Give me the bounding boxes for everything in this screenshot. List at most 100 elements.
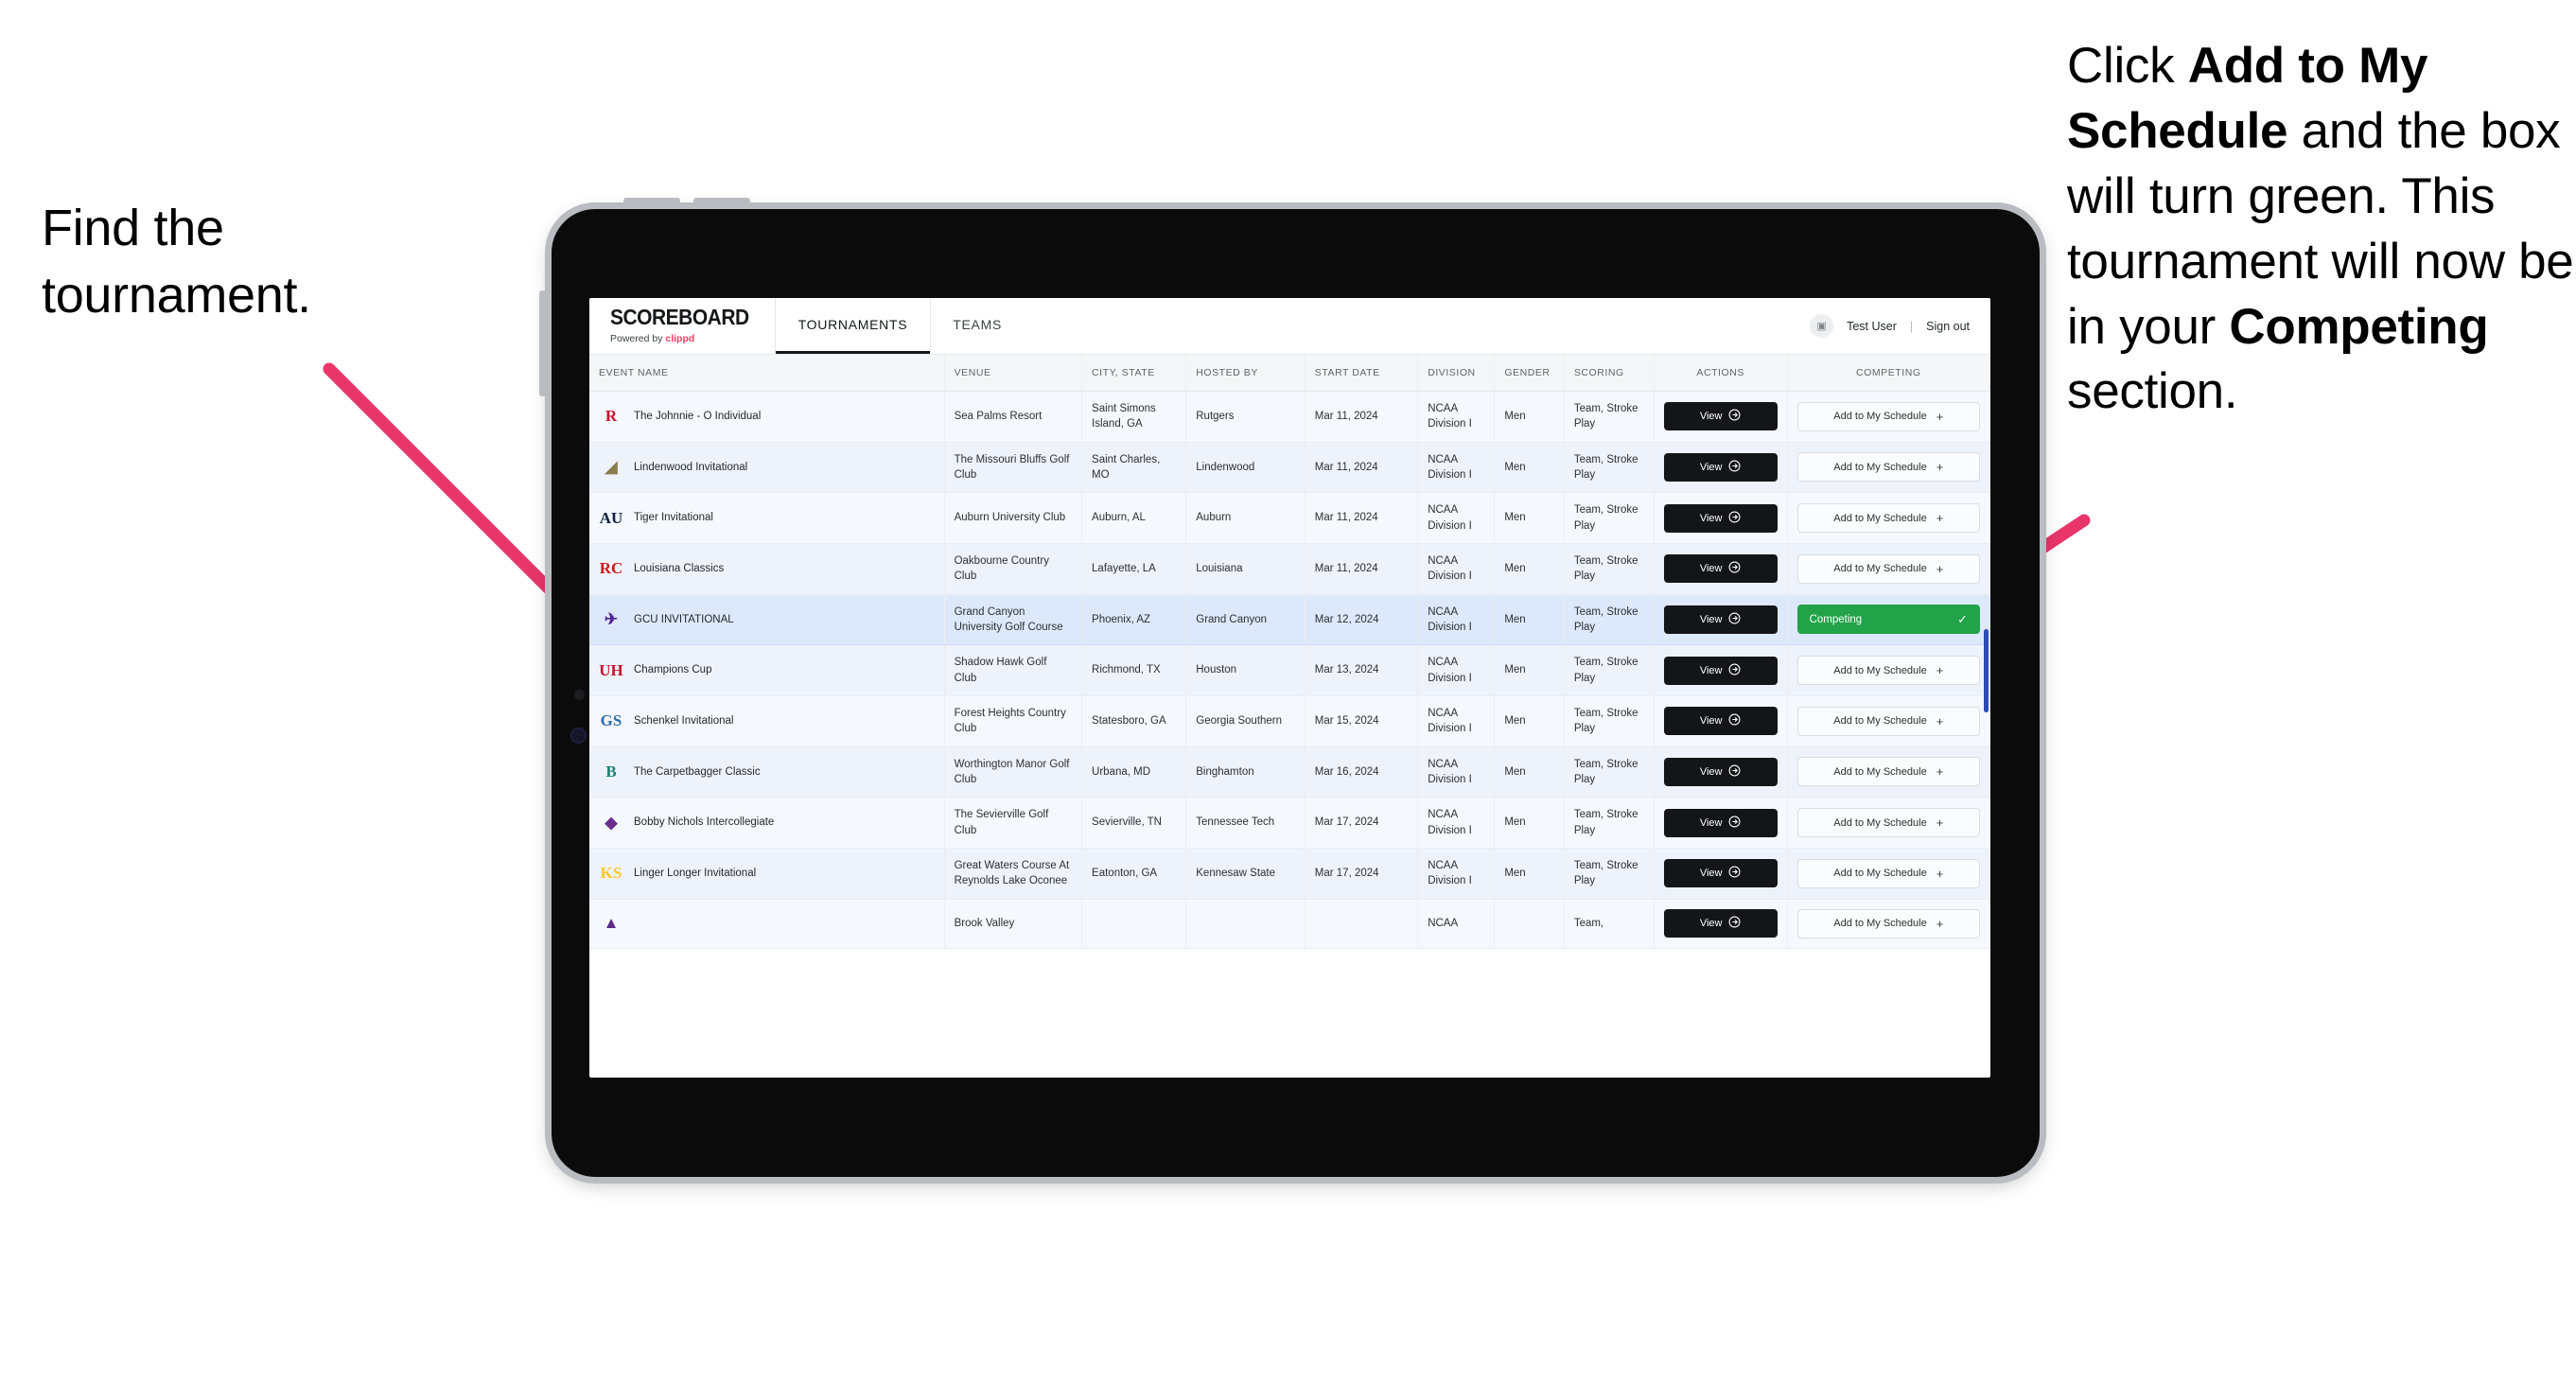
volume-down-button[interactable] bbox=[693, 198, 750, 209]
cell-start-date: Mar 13, 2024 bbox=[1305, 644, 1419, 696]
add-to-my-schedule-button[interactable]: Add to My Schedule + bbox=[1796, 553, 1980, 584]
cell-actions: View bbox=[1654, 492, 1788, 544]
cell-venue: Auburn University Club bbox=[944, 492, 1083, 544]
table-row[interactable]: B The Carpetbagger Classic Worthington Man… bbox=[589, 746, 1990, 798]
cell-actions: View bbox=[1654, 543, 1788, 595]
annotation-right: Click Add to My Schedule and the box wil… bbox=[2067, 34, 2576, 425]
table-row[interactable]: AU Tiger Invitational Auburn University Cl… bbox=[589, 492, 1990, 544]
cell-start-date: Mar 17, 2024 bbox=[1305, 848, 1419, 900]
col-division[interactable]: DIVISION bbox=[1417, 355, 1496, 392]
view-button-label: View bbox=[1699, 613, 1723, 625]
cell-gender: Men bbox=[1494, 644, 1565, 696]
cell-competing: Add to My Schedule + bbox=[1787, 746, 1990, 798]
table-row[interactable]: ◆ Bobby Nichols Intercollegiate The Sevier… bbox=[589, 797, 1990, 849]
cell-actions: View bbox=[1654, 695, 1788, 747]
team-logo-icon: ✈ bbox=[604, 609, 619, 628]
cell-division: NCAA Division I bbox=[1417, 442, 1496, 494]
table-row[interactable]: ▲ Brook Valley NCAA Team, View Add to My Sche… bbox=[589, 899, 1990, 949]
tab-teams[interactable]: TEAMS bbox=[930, 298, 1025, 354]
competing-button[interactable]: Competing ✓ bbox=[1796, 605, 1980, 635]
cell-competing: Add to My Schedule + bbox=[1787, 848, 1990, 900]
view-button[interactable]: View bbox=[1663, 757, 1778, 786]
cell-division: NCAA Division I bbox=[1417, 848, 1496, 900]
table-row[interactable]: KS Linger Longer Invitational Great Waters… bbox=[589, 848, 1990, 900]
cell-actions: View bbox=[1654, 594, 1788, 646]
view-button[interactable]: View bbox=[1663, 605, 1778, 634]
table-body: R The Johnnie - O Individual Sea Palms Res… bbox=[589, 391, 1990, 949]
vertical-scrollbar[interactable] bbox=[1984, 355, 1989, 1078]
col-gender[interactable]: GENDER bbox=[1494, 355, 1565, 392]
table-row[interactable]: R The Johnnie - O Individual Sea Palms Res… bbox=[589, 391, 1990, 443]
table-row[interactable]: ✈ GCU INVITATIONAL Grand Canyon University… bbox=[589, 594, 1990, 646]
view-button[interactable]: View bbox=[1663, 808, 1778, 837]
add-to-my-schedule-button[interactable]: Add to My Schedule + bbox=[1796, 757, 1980, 787]
plus-icon: + bbox=[1936, 713, 1944, 728]
event-name-label: The Johnnie - O Individual bbox=[634, 411, 762, 423]
cell-actions: View bbox=[1654, 442, 1788, 494]
view-button[interactable]: View bbox=[1663, 452, 1778, 482]
add-to-my-schedule-button[interactable]: Add to My Schedule + bbox=[1796, 908, 1980, 939]
tablet-screen: SCOREBOARD Powered by clippd TOURNAMENTS… bbox=[589, 298, 1990, 1078]
view-button-label: View bbox=[1699, 715, 1723, 728]
add-to-my-schedule-button[interactable]: Add to My Schedule + bbox=[1796, 706, 1980, 736]
add-to-my-schedule-button[interactable]: Add to My Schedule + bbox=[1796, 401, 1980, 431]
cell-gender: Men bbox=[1494, 492, 1565, 544]
view-button[interactable]: View bbox=[1663, 656, 1778, 685]
cell-division: NCAA bbox=[1417, 899, 1496, 949]
circle-arrow-right-icon bbox=[1728, 663, 1741, 678]
table-row[interactable]: GS Schenkel Invitational Forest Heights Co… bbox=[589, 695, 1990, 747]
table-row[interactable]: UH Champions Cup Shadow Hawk Golf Club Rich… bbox=[589, 644, 1990, 696]
col-scoring[interactable]: SCORING bbox=[1564, 355, 1655, 392]
col-actions: ACTIONS bbox=[1654, 355, 1788, 392]
col-start-date[interactable]: START DATE bbox=[1305, 355, 1419, 392]
cell-competing: Add to My Schedule + bbox=[1787, 899, 1990, 949]
col-city-state[interactable]: CITY, STATE bbox=[1081, 355, 1187, 392]
view-button[interactable]: View bbox=[1663, 909, 1778, 939]
app-header: SCOREBOARD Powered by clippd TOURNAMENTS… bbox=[589, 298, 1990, 355]
cell-event-name: B The Carpetbagger Classic bbox=[589, 746, 945, 798]
cell-start-date: Mar 11, 2024 bbox=[1305, 492, 1419, 544]
cell-actions: View bbox=[1654, 797, 1788, 849]
view-button[interactable]: View bbox=[1663, 503, 1778, 533]
table-header-row: EVENT NAME VENUE CITY, STATE HOSTED BY S… bbox=[589, 355, 1990, 392]
tab-tournaments[interactable]: TOURNAMENTS bbox=[775, 298, 931, 354]
cell-hosted-by bbox=[1185, 899, 1306, 949]
volume-up-button[interactable] bbox=[623, 198, 680, 209]
cell-city-state: Statesboro, GA bbox=[1081, 695, 1187, 747]
view-button[interactable]: View bbox=[1663, 859, 1778, 888]
cell-start-date: Mar 17, 2024 bbox=[1305, 797, 1419, 849]
add-to-my-schedule-button[interactable]: Add to My Schedule + bbox=[1796, 452, 1980, 482]
add-to-my-schedule-label: Add to My Schedule bbox=[1833, 868, 1927, 880]
cell-hosted-by: Louisiana bbox=[1185, 543, 1306, 595]
cell-start-date: Mar 12, 2024 bbox=[1305, 594, 1419, 646]
header-separator: | bbox=[1909, 319, 1914, 333]
scrollbar-thumb[interactable] bbox=[1984, 629, 1989, 712]
user-avatar-icon[interactable]: ▣ bbox=[1810, 314, 1834, 338]
view-button[interactable]: View bbox=[1663, 402, 1778, 431]
brand-logo[interactable]: SCOREBOARD Powered by clippd bbox=[589, 298, 749, 354]
table-row[interactable]: RC Louisiana Classics Oakbourne Country Cl… bbox=[589, 543, 1990, 595]
event-name-label: GCU INVITATIONAL bbox=[634, 613, 734, 625]
col-hosted-by[interactable]: HOSTED BY bbox=[1185, 355, 1306, 392]
add-to-my-schedule-button[interactable]: Add to My Schedule + bbox=[1796, 656, 1980, 686]
cell-venue: Grand Canyon University Golf Course bbox=[944, 594, 1083, 646]
col-event-name[interactable]: EVENT NAME bbox=[589, 355, 945, 392]
plus-icon: + bbox=[1936, 866, 1944, 881]
cell-scoring: Team, Stroke Play bbox=[1564, 797, 1655, 849]
sensor-icon bbox=[570, 728, 587, 744]
power-button[interactable] bbox=[539, 290, 552, 396]
add-to-my-schedule-button[interactable]: Add to My Schedule + bbox=[1796, 858, 1980, 888]
team-logo-icon: AU bbox=[599, 508, 623, 527]
circle-arrow-right-icon bbox=[1728, 409, 1741, 424]
cell-start-date: Mar 11, 2024 bbox=[1305, 442, 1419, 494]
sign-out-link[interactable]: Sign out bbox=[1926, 320, 1970, 333]
view-button[interactable]: View bbox=[1663, 707, 1778, 736]
col-venue[interactable]: VENUE bbox=[944, 355, 1083, 392]
add-to-my-schedule-button[interactable]: Add to My Schedule + bbox=[1796, 808, 1980, 838]
cell-hosted-by: Kennesaw State bbox=[1185, 848, 1306, 900]
add-to-my-schedule-button[interactable]: Add to My Schedule + bbox=[1796, 503, 1980, 534]
table-row[interactable]: ◢ Lindenwood Invitational The Missouri Blu… bbox=[589, 442, 1990, 494]
cell-scoring: Team, Stroke Play bbox=[1564, 391, 1655, 443]
cell-division: NCAA Division I bbox=[1417, 695, 1496, 747]
view-button[interactable]: View bbox=[1663, 554, 1778, 584]
